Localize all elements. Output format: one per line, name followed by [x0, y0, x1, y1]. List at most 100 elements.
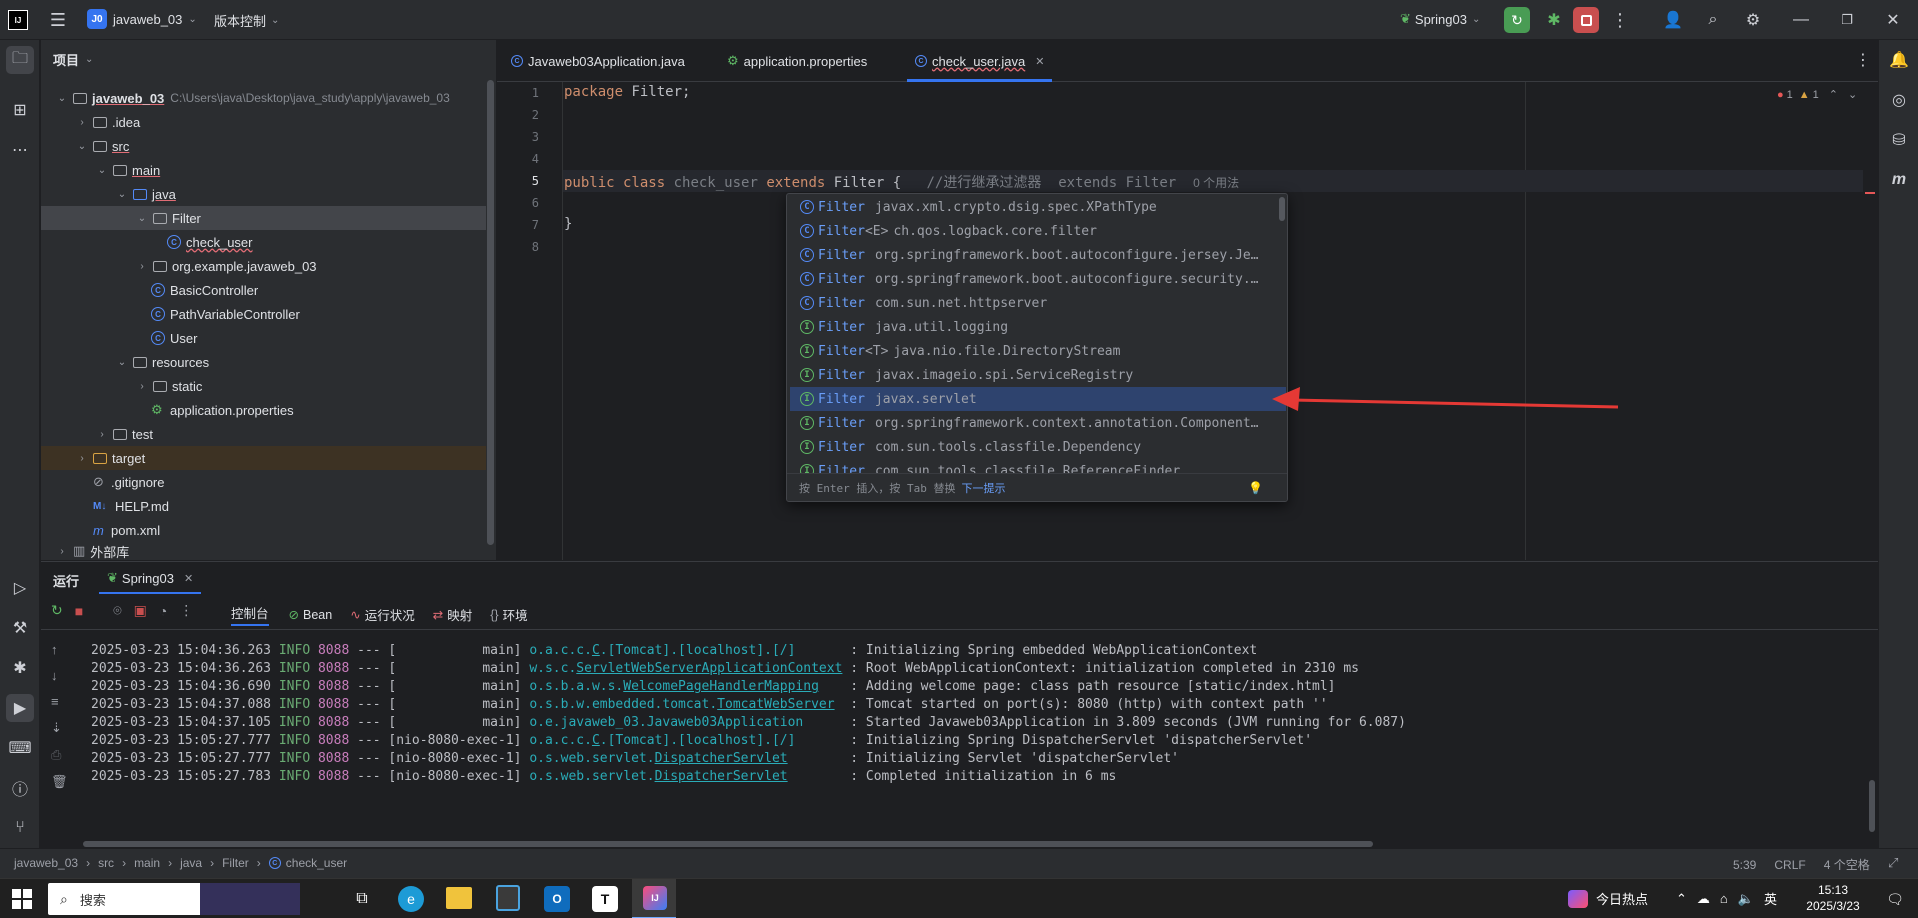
next-tip-link[interactable]: 下一提示	[961, 480, 1005, 496]
project-panel-header[interactable]: 项目 ⌄	[53, 50, 93, 69]
project-folder-icon[interactable]: 🗀	[6, 46, 34, 74]
database-icon[interactable]: ⛁	[1885, 126, 1913, 154]
indent-setting[interactable]: 4 个空格	[1824, 856, 1870, 873]
profiler-icon[interactable]: ◔	[159, 603, 167, 619]
clear-trash-icon[interactable]: 🗑	[51, 774, 68, 790]
scroll-up-icon[interactable]: ↑	[51, 642, 68, 657]
scroll-down-icon[interactable]: ↓	[51, 668, 68, 683]
autocomplete-item[interactable]: I Filter com.sun.tools.classfile.Dependenc…	[790, 435, 1286, 459]
inspection-widget[interactable]: ● 1 ▲ 1 ⌃ ⌄	[1777, 88, 1857, 102]
edge-browser-icon[interactable]: e	[398, 886, 424, 912]
tree-item-help-md[interactable]: M↓ HELP.md	[41, 494, 486, 518]
lightbulb-icon[interactable]: 💡	[1248, 481, 1263, 495]
caret-position[interactable]: 5:39	[1733, 858, 1756, 872]
tree-item-project-root[interactable]: ⌄ javaweb_03 C:\Users\java\Desktop\java_…	[41, 86, 486, 110]
tree-item-test[interactable]: › test	[41, 422, 486, 446]
tree-item-application-properties[interactable]: ⚙ application.properties	[41, 398, 486, 422]
more-horizontal-icon[interactable]: ⋯	[6, 136, 34, 164]
breadcrumb-item[interactable]: check_user	[286, 856, 347, 870]
intellij-taskbar-button[interactable]: IJ	[632, 879, 676, 918]
typora-icon[interactable]: T	[592, 886, 618, 912]
breadcrumb-item[interactable]: src	[98, 856, 114, 870]
chevron-up-icon[interactable]: ⌃	[1676, 891, 1687, 907]
services-icon[interactable]: ▷	[6, 574, 34, 602]
subtab-bean[interactable]: Bean	[303, 608, 332, 622]
autocomplete-item[interactable]: I Filter <T> java.nio.file.DirectoryStream	[790, 339, 1286, 363]
run-tab-spring03[interactable]: ❦ Spring03 ✕	[99, 564, 202, 594]
tree-item-check-user[interactable]: C check_user	[41, 230, 486, 254]
tree-item-java[interactable]: ⌄ java	[41, 182, 486, 206]
tree-item-main[interactable]: ⌄ main	[41, 158, 486, 182]
vcs-selector[interactable]: 版本控制 ⌄	[214, 11, 279, 30]
subtab-mappings[interactable]: 映射	[447, 605, 472, 624]
close-tab-icon[interactable]: ✕	[1035, 55, 1044, 68]
build-hammer-icon[interactable]: ⚒	[6, 614, 34, 642]
rerun-button[interactable]: ↻	[1504, 7, 1530, 33]
tree-item-filter-package[interactable]: ⌄ Filter	[41, 206, 486, 230]
subtab-environment[interactable]: 环境	[503, 605, 528, 624]
breadcrumb-item[interactable]: javaweb_03	[14, 856, 78, 870]
tab-check-user[interactable]: C check_user.java ✕	[907, 40, 1053, 82]
breadcrumb-item[interactable]: main	[134, 856, 160, 870]
tree-item-basic-controller[interactable]: C BasicController	[41, 278, 486, 302]
scroll-to-end-icon[interactable]: ⇣	[51, 720, 68, 736]
debug-icon[interactable]: ✱	[6, 654, 34, 682]
camera-icon[interactable]: ⌾	[113, 602, 121, 619]
git-branch-icon[interactable]: ⑂	[6, 814, 34, 842]
ime-indicator[interactable]: 英	[1764, 889, 1777, 908]
maven-icon[interactable]: m	[1885, 166, 1913, 194]
tree-scrollbar[interactable]	[487, 80, 494, 545]
print-icon[interactable]: ⎙	[51, 747, 68, 763]
settings-gear-icon[interactable]: ⚙	[1740, 7, 1766, 33]
tree-item-idea[interactable]: › .idea	[41, 110, 486, 134]
run-tool-icon[interactable]: ▶	[6, 694, 34, 722]
structure-icon[interactable]: ⊞	[6, 96, 34, 124]
error-stripe-mark[interactable]	[1865, 192, 1875, 194]
breadcrumb-item[interactable]: Filter	[222, 856, 249, 870]
console-hscrollbar[interactable]	[83, 841, 1373, 847]
network-icon[interactable]: ⌂	[1720, 891, 1728, 906]
autocomplete-item[interactable]: C Filter org.springframework.boot.autoconf…	[790, 267, 1286, 291]
maximize-icon[interactable]: ❐	[1834, 7, 1860, 33]
tree-item-user[interactable]: C User	[41, 326, 486, 350]
autocomplete-item[interactable]: I Filter java.util.logging	[790, 315, 1286, 339]
stop-button[interactable]	[1573, 7, 1599, 33]
tree-item-pom-xml[interactable]: m pom.xml	[41, 518, 486, 542]
breadcrumb-item[interactable]: java	[180, 856, 202, 870]
line-ending[interactable]: CRLF	[1774, 858, 1805, 872]
autocomplete-item[interactable]: C Filter com.sun.net.httpserver	[790, 291, 1286, 315]
rerun-icon[interactable]: ↻	[51, 602, 63, 619]
add-user-icon[interactable]: 👤	[1660, 7, 1686, 33]
stop-icon[interactable]: ■	[75, 603, 83, 619]
expand-icon[interactable]: ⤢	[1888, 855, 1898, 871]
autocomplete-item[interactable]: I Filter javax.imageio.spi.ServiceRegistry	[790, 363, 1286, 387]
project-selector[interactable]: J0 javaweb_03 ⌄	[87, 9, 197, 29]
more-vertical-icon[interactable]: ⋮	[1610, 7, 1630, 33]
windows-start-icon[interactable]	[12, 889, 32, 909]
chevron-down-icon[interactable]: ⌄	[1848, 88, 1857, 101]
autocomplete-item[interactable]: C Filter javax.xml.crypto.dsig.spec.XPathT…	[790, 195, 1286, 219]
tree-item-gitignore[interactable]: ⊘ .gitignore	[41, 470, 486, 494]
debug-bug-icon[interactable]: ✱	[1541, 7, 1567, 33]
tree-item-resources[interactable]: ⌄ resources	[41, 350, 486, 374]
cloud-icon[interactable]: ☁	[1697, 891, 1710, 907]
ai-assistant-icon[interactable]: ◎	[1885, 86, 1913, 114]
autocomplete-item[interactable]: C Filter <E> ch.qos.logback.core.filter	[790, 219, 1286, 243]
tab-application-properties[interactable]: ⚙ application.properties	[727, 40, 867, 82]
close-tab-icon[interactable]: ✕	[184, 572, 193, 585]
autocomplete-item[interactable]: I Filter javax.servlet	[790, 387, 1286, 411]
minimize-icon[interactable]: —	[1788, 7, 1814, 33]
outlook-icon[interactable]: O	[544, 886, 570, 912]
console-vscrollbar[interactable]	[1869, 780, 1875, 832]
terminal-icon[interactable]: ⌨	[6, 734, 34, 762]
task-view-icon[interactable]: ⧉	[350, 887, 374, 911]
chevron-up-icon[interactable]: ⌃	[1829, 88, 1838, 101]
search-icon[interactable]: ⌕	[1700, 7, 1726, 33]
soft-wrap-icon[interactable]: ≡	[51, 694, 68, 709]
notifications-bell-icon[interactable]: 🔔	[1885, 46, 1913, 74]
tree-item-target[interactable]: › target	[41, 446, 486, 470]
tree-item-org-package[interactable]: › org.example.javaweb_03	[41, 254, 486, 278]
tree-item-static[interactable]: › static	[41, 374, 486, 398]
tab-javaweb03-application[interactable]: C Javaweb03Application.java	[511, 40, 685, 82]
clock[interactable]: 15:13 2025/3/23	[1798, 882, 1868, 914]
